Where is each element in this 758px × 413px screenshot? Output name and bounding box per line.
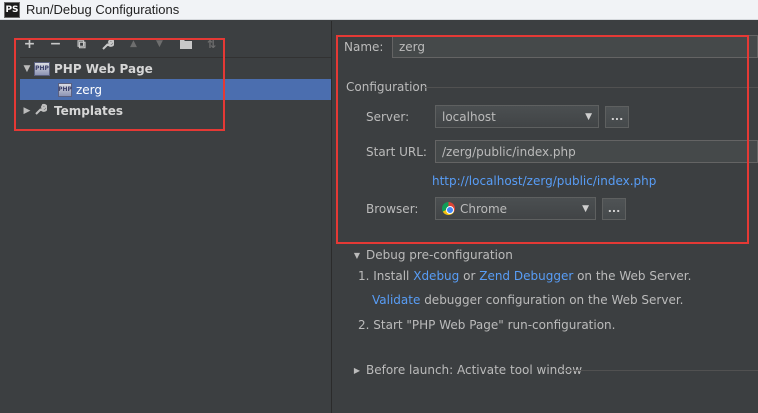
validate-suffix: debugger configuration on the Web Server…: [424, 293, 684, 307]
resolved-url-link[interactable]: http://localhost/zerg/public/index.php: [432, 174, 656, 188]
validate-link[interactable]: Validate: [372, 293, 420, 307]
step2-text: 2. Start "PHP Web Page" run-configuratio…: [358, 318, 616, 332]
chevron-down-icon: ▼: [585, 111, 592, 122]
tree-group-templates[interactable]: ▶ Templates: [20, 100, 331, 121]
remove-icon[interactable]: −: [46, 35, 65, 53]
phpstorm-logo-icon: PS: [4, 1, 20, 18]
window-title: Run/Debug Configurations: [26, 2, 180, 17]
debug-step-2: 2. Start "PHP Web Page" run-configuratio…: [358, 318, 615, 332]
server-browse-button[interactable]: ...: [605, 105, 629, 128]
configuration-section-title: Configuration: [346, 80, 428, 94]
step1-or: or: [463, 269, 476, 283]
xdebug-link[interactable]: Xdebug: [413, 269, 459, 283]
configurations-panel: + − ⧉ ▲ ▼ ⇅ ▼ PHP PHP Web Page PHP zerg …: [0, 21, 332, 413]
folder-icon[interactable]: [176, 35, 195, 53]
debug-step-1: 1. Install Xdebug or Zend Debugger on th…: [358, 269, 691, 283]
name-label: Name:: [344, 39, 384, 54]
start-url-row: Start URL: /zerg/public/index.php: [366, 140, 758, 163]
server-label: Server:: [366, 109, 410, 124]
copy-icon[interactable]: ⧉: [72, 35, 91, 53]
tree-item-zerg[interactable]: PHP zerg: [20, 79, 331, 100]
tree-templates-label: Templates: [54, 103, 124, 118]
title-bar: PS Run/Debug Configurations: [0, 0, 758, 20]
name-row: Name: zerg: [344, 35, 758, 58]
browser-select[interactable]: Chrome ▼: [435, 197, 596, 220]
add-icon[interactable]: +: [20, 35, 39, 53]
browser-label: Browser:: [366, 201, 419, 216]
browser-value: Chrome: [460, 201, 508, 216]
php-file-icon: PHP: [58, 82, 72, 97]
server-value: localhost: [442, 109, 496, 124]
tree-group-label: PHP Web Page: [54, 61, 153, 76]
configurations-tree: ▼ PHP PHP Web Page PHP zerg ▶ Templates: [20, 57, 331, 413]
server-select[interactable]: localhost ▼: [435, 105, 599, 128]
collapse-arrow-icon[interactable]: ▶: [20, 106, 34, 116]
before-launch-header[interactable]: ▶ Before launch: Activate tool window: [350, 363, 582, 377]
before-launch-divider: [560, 370, 758, 371]
browser-browse-button[interactable]: ...: [602, 197, 626, 220]
start-url-field[interactable]: /zerg/public/index.php: [435, 140, 758, 163]
start-url-label: Start URL:: [366, 144, 427, 159]
tree-item-label: zerg: [76, 82, 103, 97]
chrome-icon: [442, 202, 455, 215]
php-icon: PHP: [34, 61, 50, 76]
move-down-icon[interactable]: ▼: [150, 35, 169, 53]
configuration-editor: Name: zerg Configuration Server: localho…: [340, 21, 758, 413]
move-up-icon[interactable]: ▲: [124, 35, 143, 53]
step1-suffix: on the Web Server.: [577, 269, 692, 283]
collapse-arrow-icon[interactable]: ▶: [350, 366, 364, 375]
name-field[interactable]: zerg: [392, 35, 758, 58]
chevron-down-icon: ▼: [582, 203, 589, 214]
debug-preconfig-title: Debug pre-configuration: [366, 248, 513, 262]
step1-prefix: 1. Install: [358, 269, 410, 283]
wrench-icon: [34, 103, 50, 119]
before-launch-label: Before launch: Activate tool window: [366, 363, 583, 377]
zend-debugger-link[interactable]: Zend Debugger: [479, 269, 573, 283]
debug-validate-line: Validate debugger configuration on the W…: [372, 293, 684, 307]
browser-row: Browser: Chrome ▼ ...: [366, 197, 626, 220]
debug-preconfig-header[interactable]: ▼ Debug pre-configuration: [350, 248, 513, 262]
expand-arrow-icon[interactable]: ▼: [350, 251, 364, 260]
server-row: Server: localhost ▼ ...: [366, 105, 629, 128]
wrench-icon[interactable]: [98, 35, 117, 53]
expand-arrow-icon[interactable]: ▼: [20, 64, 34, 74]
tree-group-php-web-page[interactable]: ▼ PHP PHP Web Page: [20, 58, 331, 79]
section-divider: [424, 87, 758, 88]
configurations-toolbar: + − ⧉ ▲ ▼ ⇅: [20, 35, 221, 53]
sort-icon[interactable]: ⇅: [202, 35, 221, 53]
